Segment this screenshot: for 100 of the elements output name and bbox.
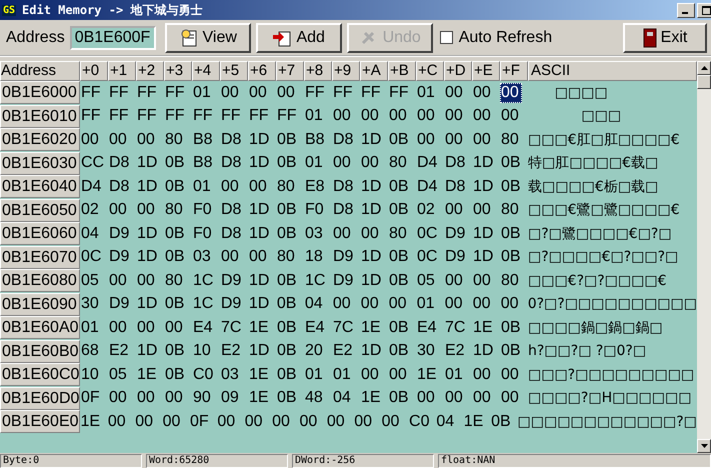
- byte-cell[interactable]: 1D: [248, 224, 274, 244]
- byte-cell[interactable]: 01: [80, 318, 106, 338]
- byte-cell[interactable]: FF: [192, 106, 218, 126]
- byte-cell[interactable]: 0B: [164, 176, 190, 197]
- byte-cell[interactable]: 00: [108, 270, 134, 291]
- byte-cell[interactable]: 00: [472, 82, 498, 103]
- byte-cell[interactable]: 0B: [164, 364, 190, 385]
- byte-cell[interactable]: D8: [332, 200, 358, 220]
- byte-cell[interactable]: 00: [416, 130, 442, 150]
- byte-cell[interactable]: E8: [304, 176, 330, 197]
- byte-cell[interactable]: 04: [435, 412, 461, 432]
- byte-cell[interactable]: 0B: [490, 412, 516, 432]
- byte-cell[interactable]: 1D: [472, 224, 498, 244]
- byte-cell[interactable]: D8: [220, 153, 246, 174]
- byte-cell[interactable]: 00: [444, 388, 470, 408]
- byte-cell[interactable]: 00: [216, 412, 242, 432]
- byte-cell[interactable]: 68: [80, 341, 106, 362]
- byte-cell[interactable]: 00: [500, 106, 526, 126]
- byte-cell[interactable]: FF: [80, 82, 106, 103]
- byte-cell[interactable]: 03: [192, 247, 218, 268]
- byte-cell[interactable]: 00: [136, 130, 162, 150]
- byte-cell[interactable]: FF: [360, 82, 386, 103]
- byte-cell[interactable]: 00: [360, 224, 386, 244]
- byte-cell[interactable]: 0F: [189, 412, 214, 432]
- byte-cell[interactable]: 0B: [500, 318, 526, 338]
- byte-cell[interactable]: 0B: [388, 247, 414, 268]
- byte-cell[interactable]: F0: [192, 224, 218, 244]
- byte-cell[interactable]: D9: [332, 270, 358, 291]
- byte-cell[interactable]: E2: [444, 341, 470, 362]
- byte-cell[interactable]: 00: [248, 247, 274, 268]
- byte-cell[interactable]: C0: [408, 412, 434, 432]
- byte-cell[interactable]: E4: [416, 318, 442, 338]
- byte-cell[interactable]: 80: [388, 153, 414, 174]
- byte-cell[interactable]: 00: [500, 294, 526, 314]
- byte-cell[interactable]: 0B: [164, 153, 190, 174]
- byte-cell[interactable]: 80: [164, 270, 190, 291]
- byte-cell[interactable]: 00: [332, 106, 358, 126]
- byte-cell[interactable]: 0B: [164, 341, 190, 362]
- byte-cell[interactable]: 00: [136, 318, 162, 338]
- byte-cell[interactable]: 1D: [136, 341, 162, 362]
- byte-cell[interactable]: 0C: [416, 224, 442, 244]
- byte-cell[interactable]: 7C: [220, 318, 246, 338]
- byte-cell[interactable]: 00: [444, 200, 470, 220]
- byte-cell[interactable]: 00: [248, 176, 274, 197]
- byte-cell[interactable]: FF: [332, 82, 358, 103]
- byte-cell[interactable]: D9: [220, 270, 246, 291]
- byte-cell[interactable]: 00: [134, 412, 160, 432]
- byte-cell[interactable]: 80: [388, 224, 414, 244]
- byte-cell[interactable]: 0B: [500, 247, 526, 268]
- byte-cell[interactable]: 0B: [500, 153, 526, 174]
- byte-cell[interactable]: 01: [192, 176, 218, 197]
- byte-cell[interactable]: 1C: [304, 270, 330, 291]
- byte-cell[interactable]: 1D: [472, 341, 498, 362]
- byte-cell[interactable]: 00: [388, 364, 414, 385]
- byte-cell[interactable]: 09: [220, 388, 246, 408]
- byte-cell[interactable]: 04: [332, 388, 358, 408]
- byte-cell[interactable]: 30: [416, 341, 442, 362]
- byte-cell[interactable]: 0B: [388, 388, 414, 408]
- byte-cell[interactable]: 0B: [276, 200, 302, 220]
- byte-cell[interactable]: 0B: [276, 341, 302, 362]
- byte-cell[interactable]: 80: [276, 176, 302, 197]
- byte-cell[interactable]: 00: [220, 247, 246, 268]
- byte-cell[interactable]: 00: [164, 388, 190, 408]
- byte-cell[interactable]: 1D: [136, 247, 162, 268]
- byte-cell[interactable]: 00: [136, 200, 162, 220]
- byte-cell[interactable]: 00: [444, 82, 470, 103]
- byte-cell[interactable]: 80: [500, 270, 526, 291]
- byte-cell[interactable]: 02: [416, 200, 442, 220]
- byte-cell[interactable]: 04: [304, 294, 330, 314]
- byte-cell[interactable]: 1D: [248, 200, 274, 220]
- byte-cell[interactable]: 00: [136, 388, 162, 408]
- byte-cell[interactable]: 0B: [388, 341, 414, 362]
- byte-cell[interactable]: 1D: [360, 247, 386, 268]
- exit-button[interactable]: Exit: [623, 22, 707, 52]
- byte-cell[interactable]: 05: [416, 270, 442, 291]
- byte-cell[interactable]: 1E: [136, 364, 162, 385]
- byte-cell[interactable]: 90: [192, 388, 218, 408]
- byte-cell[interactable]: D9: [108, 294, 134, 314]
- byte-cell[interactable]: D4: [416, 176, 442, 197]
- byte-cell[interactable]: 00: [108, 130, 134, 150]
- byte-cell[interactable]: FF: [304, 82, 330, 103]
- byte-cell[interactable]: 1D: [248, 130, 274, 150]
- byte-cell[interactable]: 00: [353, 412, 379, 432]
- byte-cell[interactable]: 1E: [248, 364, 274, 385]
- byte-cell[interactable]: D8: [108, 176, 134, 197]
- byte-cell[interactable]: 00: [360, 153, 386, 174]
- byte-cell[interactable]: 00: [380, 412, 406, 432]
- byte-cell[interactable]: 01: [304, 153, 330, 174]
- byte-cell[interactable]: 01: [304, 364, 330, 385]
- byte-cell[interactable]: 80: [164, 130, 190, 150]
- address-field[interactable]: 0B1E600F: [70, 26, 156, 50]
- view-button[interactable]: View: [164, 22, 251, 52]
- byte-cell[interactable]: E2: [220, 341, 246, 362]
- byte-cell[interactable]: 1D: [136, 224, 162, 244]
- byte-cell[interactable]: 1E: [462, 412, 488, 432]
- byte-cell[interactable]: D8: [332, 130, 358, 150]
- byte-cell[interactable]: 80: [500, 130, 526, 150]
- byte-cell[interactable]: 80: [164, 200, 190, 220]
- add-button[interactable]: Add: [256, 22, 342, 52]
- byte-cell[interactable]: 00: [164, 318, 190, 338]
